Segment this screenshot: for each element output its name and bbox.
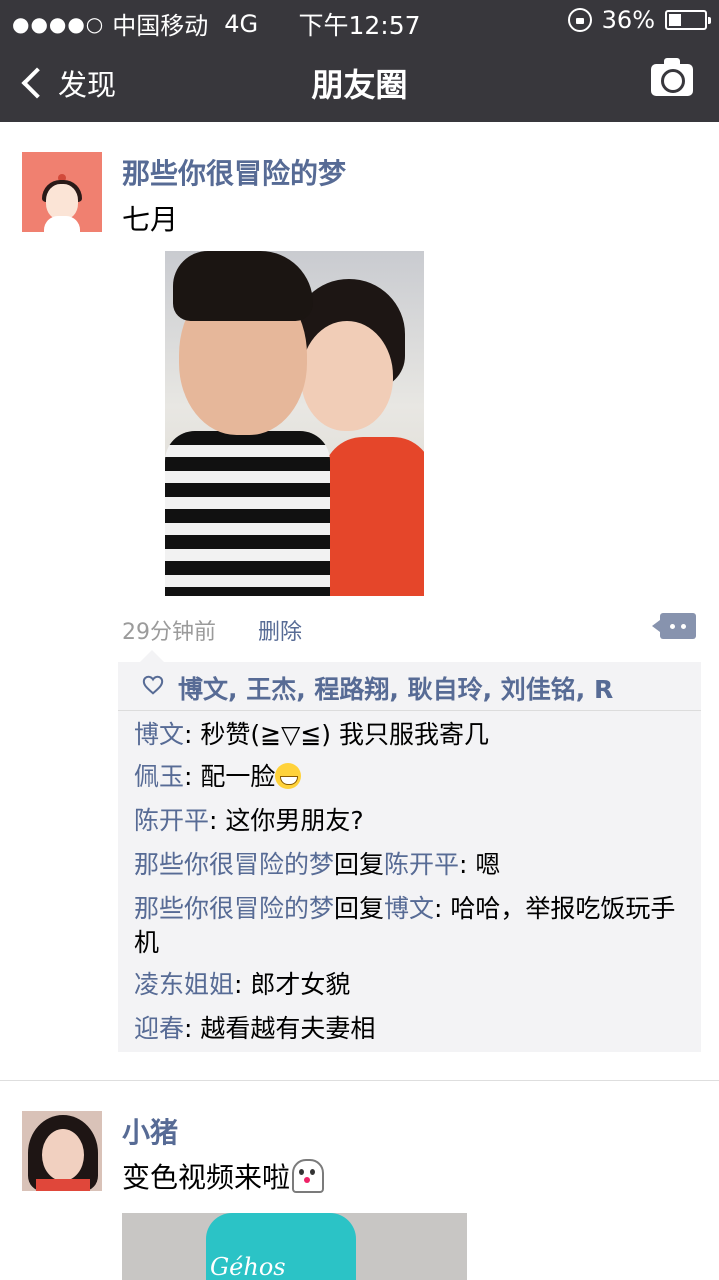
post2-avatar[interactable] — [22, 1111, 102, 1191]
comment-item[interactable]: 那些你很冒险的梦回复博文: 哈哈，举报吃饭玩手机 — [134, 892, 684, 960]
comment-sep: : — [184, 720, 201, 749]
battery-icon — [665, 10, 711, 30]
page-title: 朋友圈 — [311, 66, 408, 104]
rotation-lock-icon — [567, 8, 592, 32]
post1-time-ago: 29分钟前 — [122, 620, 216, 645]
reply-word: 回复 — [334, 850, 385, 879]
post1-author-name[interactable]: 那些你很冒险的梦 — [122, 152, 346, 192]
comment-item[interactable]: 迎春: 越看越有夫妻相 — [134, 1012, 684, 1046]
post1-avatar[interactable] — [22, 152, 102, 232]
comment-author[interactable]: 佩玉 — [134, 762, 184, 791]
photo-woman-face — [301, 321, 393, 431]
comment-more-icon[interactable] — [652, 613, 696, 639]
avatar-face — [46, 184, 78, 220]
avatar-face — [42, 1129, 84, 1181]
grin-emoji-icon — [275, 763, 302, 789]
comment-text: 配一脸 — [200, 762, 276, 791]
battery-fill — [669, 14, 681, 26]
status-bar: ●●●●○ 中国移动 4G 下午12:57 36% — [0, 0, 719, 40]
comment-text: 越看越有夫妻相 — [200, 1014, 376, 1043]
comment-text: 秒赞(≧▽≦) 我只服我寄几 — [200, 720, 489, 749]
delete-button[interactable]: 删除 — [258, 614, 302, 646]
heart-icon — [142, 675, 164, 695]
photo-man-hair — [173, 251, 313, 321]
post1-text: 七月 — [122, 203, 179, 236]
post1-photo[interactable] — [165, 251, 424, 596]
comment-sep: : — [459, 850, 476, 879]
comment-sep: : — [434, 894, 451, 923]
likes-names[interactable]: 博文, 王杰, 程路翔, 耿自玲, 刘佳铭, R — [178, 670, 613, 706]
comment-text: 这你男朋友? — [225, 806, 364, 835]
comment-item[interactable]: 那些你很冒险的梦回复陈开平: 嗯 — [134, 848, 684, 882]
comment-sep: : — [234, 970, 251, 999]
post2-text-row: 变色视频来啦 — [122, 1156, 325, 1196]
comment-author[interactable]: 博文 — [134, 720, 184, 749]
comment-item[interactable]: 佩玉: 配一脸 — [134, 760, 684, 794]
photo-woman-shirt — [323, 437, 424, 596]
comment-sep: : — [184, 762, 201, 791]
navigation-bar: 发现 朋友圈 — [0, 40, 719, 122]
battery-percent: 36% — [601, 6, 655, 34]
avatar-shirt — [36, 1179, 90, 1191]
post2-author-name[interactable]: 小猪 — [122, 1111, 178, 1151]
comment-author[interactable]: 那些你很冒险的梦 — [134, 850, 334, 879]
comment-item[interactable]: 凌东姐姐: 郎才女貌 — [134, 968, 684, 1002]
comment-sep: : — [209, 806, 226, 835]
status-right: 36% — [567, 6, 711, 34]
comment-sep: : — [184, 1014, 201, 1043]
comment-text: 嗯 — [475, 850, 501, 879]
comment-text: 郎才女貌 — [250, 970, 351, 999]
post2-text: 变色视频来啦 — [122, 1161, 291, 1194]
ghost-emoji-icon — [292, 1159, 325, 1193]
likes-row: 博文, 王杰, 程路翔, 耿自玲, 刘佳铭, R — [118, 662, 701, 711]
comment-item[interactable]: 博文: 秒赞(≧▽≦) 我只服我寄几 — [134, 718, 684, 752]
post2-video-thumbnail[interactable]: Géhos — [122, 1213, 467, 1280]
post-divider — [0, 1080, 719, 1081]
comment-author[interactable]: 迎春 — [134, 1014, 184, 1043]
reply-target[interactable]: 博文 — [384, 894, 434, 923]
reply-target[interactable]: 陈开平 — [384, 850, 459, 879]
more-dot — [670, 624, 675, 629]
top-bar: ●●●●○ 中国移动 4G 下午12:57 36% 发现 朋友圈 — [0, 0, 719, 122]
comment-author[interactable]: 陈开平 — [134, 806, 209, 835]
reply-word: 回复 — [334, 894, 385, 923]
comments-box: 博文, 王杰, 程路翔, 耿自玲, 刘佳铭, R 博文: 秒赞(≧▽≦) 我只服… — [118, 650, 701, 1052]
comment-author[interactable]: 那些你很冒险的梦 — [134, 894, 334, 923]
comment-item[interactable]: 陈开平: 这你男朋友? — [134, 804, 684, 838]
bottle-brand-text: Géhos — [210, 1253, 286, 1280]
avatar-body — [44, 216, 80, 232]
more-dot — [681, 624, 686, 629]
photo-man-shirt — [165, 431, 330, 596]
camera-icon[interactable] — [651, 58, 693, 96]
comment-author[interactable]: 凌东姐姐 — [134, 970, 234, 999]
